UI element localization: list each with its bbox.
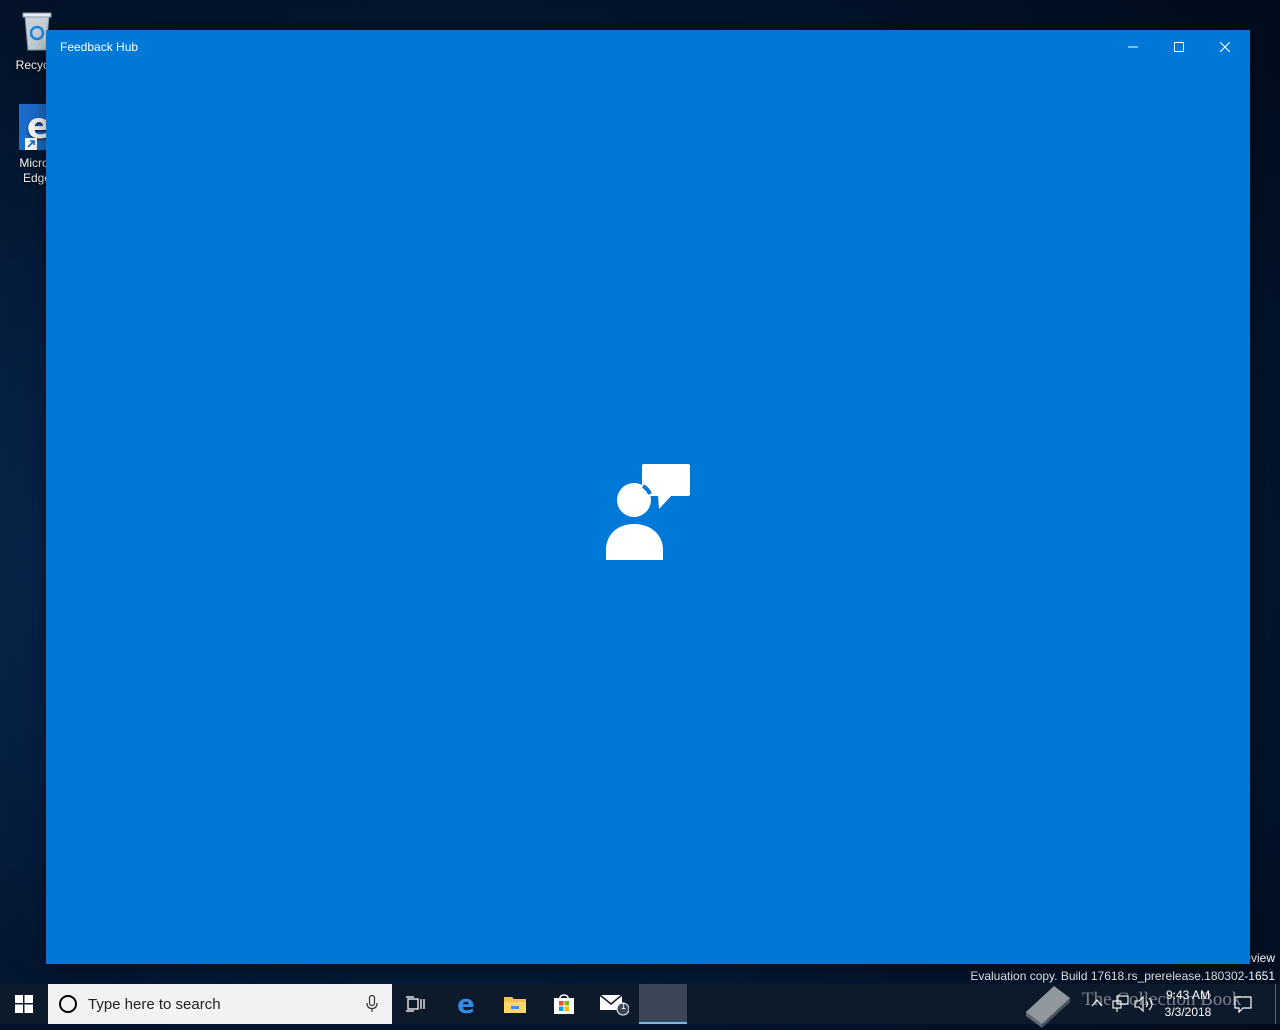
cortana-circle-icon xyxy=(59,995,77,1013)
title-bar[interactable]: Feedback Hub xyxy=(47,31,1249,62)
taskbar-active-app-button[interactable] xyxy=(639,984,687,1024)
clock-time[interactable]: 9:43 AM xyxy=(1160,988,1216,1002)
svg-text:e: e xyxy=(457,992,475,1016)
action-center-icon[interactable] xyxy=(1234,995,1252,1013)
book-logo-icon xyxy=(1026,986,1070,1028)
taskbar-file-explorer-button[interactable] xyxy=(490,984,540,1024)
taskbar: Type here to search e 1 The Collection B… xyxy=(0,984,1280,1028)
minimize-button[interactable] xyxy=(1110,31,1156,62)
microphone-icon[interactable] xyxy=(366,995,378,1013)
watermark-build-info: Evaluation copy. Build 17618.rs_prerelea… xyxy=(970,969,1275,983)
mail-badge: 1 xyxy=(621,1001,627,1011)
network-icon[interactable] xyxy=(1112,995,1130,1013)
volume-icon[interactable] xyxy=(1134,995,1154,1013)
edge-icon: e xyxy=(457,992,475,1016)
system-tray: The Collection Book 9:43 AM 3/3/2018 xyxy=(1020,984,1280,1028)
search-placeholder: Type here to search xyxy=(88,996,221,1013)
taskbar-mail-button[interactable]: 1 xyxy=(590,984,638,1024)
feedback-person-speech-icon xyxy=(606,464,692,567)
close-button[interactable] xyxy=(1202,31,1248,62)
close-icon xyxy=(1220,41,1230,52)
windows-logo-icon xyxy=(15,995,33,1013)
maximize-button[interactable] xyxy=(1156,31,1202,62)
chevron-up-icon[interactable] xyxy=(1090,997,1104,1009)
start-button[interactable] xyxy=(0,984,48,1024)
minimize-icon xyxy=(1128,46,1138,47)
taskbar-store-button[interactable] xyxy=(540,984,588,1024)
show-desktop-button[interactable] xyxy=(1275,984,1280,1024)
store-icon xyxy=(554,994,574,1014)
taskbar-edge-button[interactable]: e xyxy=(442,984,490,1024)
task-view-button[interactable] xyxy=(392,984,440,1024)
file-explorer-icon xyxy=(504,997,526,1013)
task-view-icon xyxy=(406,996,425,1012)
window-title: Feedback Hub xyxy=(60,40,139,54)
search-box[interactable]: Type here to search xyxy=(48,984,392,1024)
clock-date[interactable]: 3/3/2018 xyxy=(1160,1005,1216,1019)
maximize-icon xyxy=(1174,41,1184,52)
feedback-hub-window: Feedback Hub xyxy=(47,31,1249,963)
